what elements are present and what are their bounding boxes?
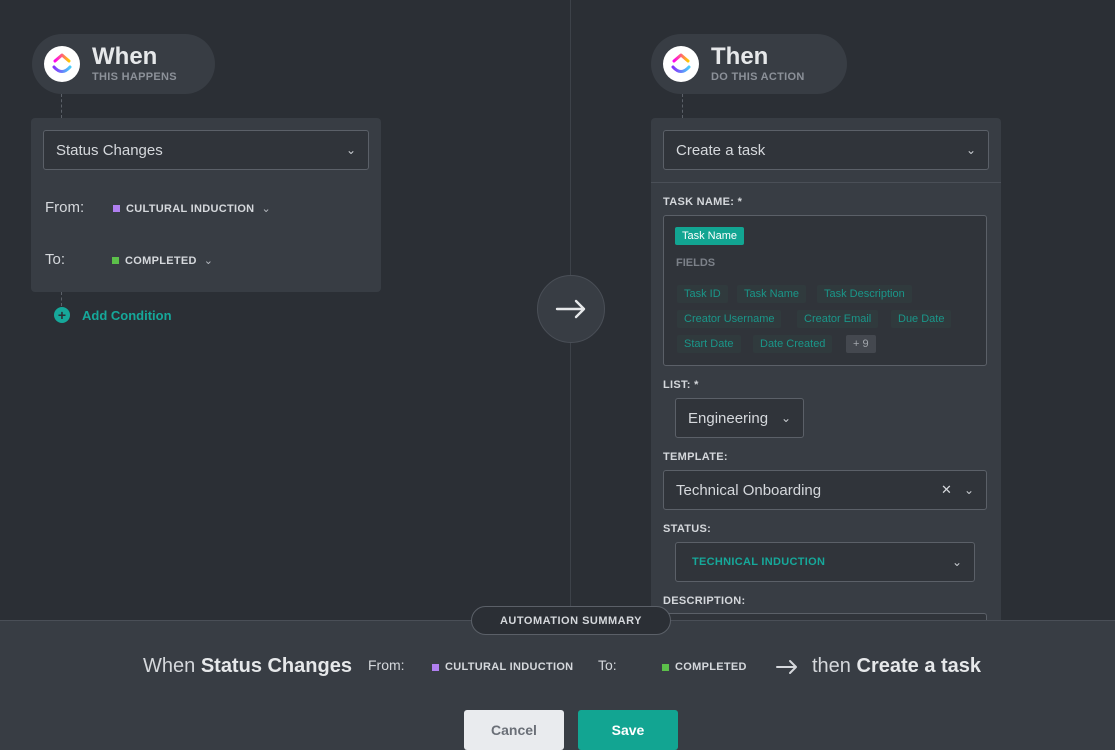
chevron-down-icon: ⌄ — [345, 143, 356, 157]
field-tag[interactable]: Date Created — [753, 335, 833, 353]
field-tag[interactable]: Start Date — [677, 335, 741, 353]
template-label: TEMPLATE: — [663, 451, 728, 463]
more-fields-tag[interactable]: + 9 — [846, 335, 876, 353]
list-select-value: Engineering — [688, 409, 769, 427]
summary-then-word: then — [812, 655, 851, 677]
summary-when-word: When — [143, 655, 196, 677]
automation-summary-badge: AUTOMATION SUMMARY — [471, 606, 671, 635]
arrow-right-icon — [776, 660, 797, 674]
template-select[interactable]: Technical Onboarding ✕ ⌄ — [663, 470, 987, 510]
clear-icon[interactable]: ✕ — [941, 482, 952, 498]
chevron-down-icon: ⌄ — [261, 203, 271, 215]
then-header: Then DO THIS ACTION — [651, 34, 847, 94]
status-select-value: TECHNICAL INDUCTION — [692, 556, 826, 568]
then-subtitle: DO THIS ACTION — [711, 71, 805, 83]
status-color-square — [662, 663, 669, 671]
list-label: LIST: * — [663, 379, 699, 391]
summary-to-status: COMPLETED — [662, 661, 747, 673]
task-name-token[interactable]: Task Name — [675, 227, 745, 245]
action-select-value: Create a task — [676, 141, 766, 159]
add-condition-label: Add Condition — [82, 307, 172, 323]
flow-arrow — [537, 275, 605, 343]
status-color-square — [112, 257, 119, 264]
clickup-logo-icon — [663, 46, 699, 82]
status-label: STATUS: — [663, 523, 712, 535]
summary-from-status: CULTURAL INDUCTION — [432, 661, 573, 673]
to-status-dropdown[interactable]: COMPLETED ⌄ — [112, 254, 213, 267]
status-color-square — [113, 205, 120, 212]
chevron-down-icon: ⌄ — [965, 143, 976, 157]
then-title: Then — [711, 43, 769, 70]
status-color-square — [432, 663, 439, 671]
field-tag[interactable]: Creator Email — [797, 310, 879, 328]
fields-label: FIELDS — [676, 257, 716, 269]
arrow-right-icon — [555, 299, 586, 319]
from-status-value: CULTURAL INDUCTION — [126, 202, 255, 215]
trigger-select-value: Status Changes — [56, 141, 163, 159]
summary-to-label: To: — [598, 657, 617, 673]
when-header: When THIS HAPPENS — [32, 34, 215, 94]
field-tag[interactable]: Task Description — [817, 285, 912, 303]
to-status-value: COMPLETED — [125, 254, 197, 267]
summary-action: Create a task — [856, 655, 982, 677]
description-field[interactable] — [663, 613, 987, 620]
status-select[interactable]: TECHNICAL INDUCTION ⌄ — [675, 542, 975, 582]
when-subtitle: THIS HAPPENS — [92, 71, 177, 83]
summary-then: then Create a task — [812, 655, 981, 678]
chevron-down-icon: ⌄ — [951, 555, 962, 569]
field-tag[interactable]: Task Name — [737, 285, 807, 303]
chevron-down-icon: ⌄ — [780, 411, 791, 425]
then-connector — [682, 94, 683, 118]
plus-icon: + — [54, 307, 70, 323]
trigger-select[interactable]: Status Changes ⌄ — [43, 130, 369, 170]
template-select-value: Technical Onboarding — [676, 481, 822, 499]
save-button[interactable]: Save — [578, 710, 678, 750]
action-card-divider — [651, 182, 1001, 183]
summary-when: When Status Changes — [143, 655, 352, 678]
field-tag[interactable]: Due Date — [891, 310, 952, 328]
task-name-field[interactable]: Task Name FIELDS Task ID Task Name Task … — [663, 215, 987, 366]
from-label: From: — [45, 199, 85, 216]
from-status-dropdown[interactable]: CULTURAL INDUCTION ⌄ — [113, 202, 271, 215]
when-title: When — [92, 43, 158, 70]
when-connector — [61, 94, 62, 118]
summary-from-status-value: CULTURAL INDUCTION — [445, 661, 574, 673]
action-select[interactable]: Create a task ⌄ — [663, 130, 989, 170]
cancel-button[interactable]: Cancel — [464, 710, 564, 750]
chevron-down-icon: ⌄ — [203, 255, 214, 267]
summary-trigger: Status Changes — [200, 655, 352, 677]
field-tag[interactable]: Task ID — [677, 285, 728, 303]
field-tag[interactable]: Creator Username — [677, 310, 782, 328]
to-label: To: — [45, 251, 66, 268]
clickup-logo-icon — [44, 46, 80, 82]
list-select[interactable]: Engineering ⌄ — [675, 398, 804, 438]
summary-to-status-value: COMPLETED — [675, 661, 747, 673]
chevron-down-icon: ⌄ — [963, 483, 974, 497]
summary-from-label: From: — [368, 657, 405, 673]
condition-connector — [61, 292, 62, 306]
description-label: DESCRIPTION: — [663, 595, 746, 607]
add-condition-button[interactable]: + Add Condition — [54, 307, 172, 323]
task-name-label: TASK NAME: * — [663, 196, 743, 208]
